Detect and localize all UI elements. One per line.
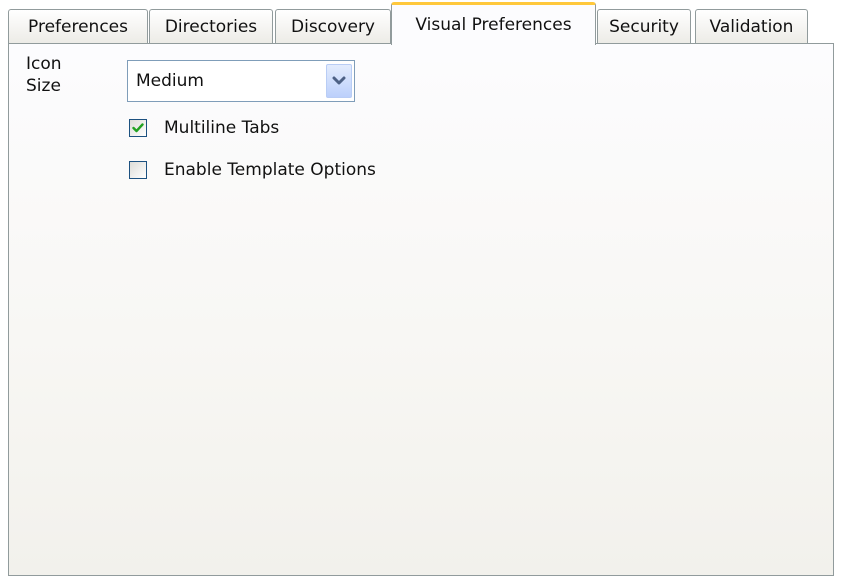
tab-discovery[interactable]: Discovery bbox=[275, 9, 391, 44]
multiline-tabs-option[interactable]: Multiline Tabs bbox=[129, 115, 279, 141]
multiline-tabs-checkbox[interactable] bbox=[129, 119, 147, 137]
icon-size-label: Icon Size bbox=[26, 54, 62, 96]
multiline-tabs-label: Multiline Tabs bbox=[164, 118, 280, 138]
tab-validation[interactable]: Validation bbox=[695, 9, 808, 44]
icon-size-dropdown[interactable]: Medium bbox=[127, 60, 355, 102]
tab-security[interactable]: Security bbox=[597, 9, 691, 44]
checkmark-icon bbox=[132, 123, 144, 133]
preferences-dialog: Preferences Directories Discovery Visual… bbox=[0, 0, 842, 577]
enable-template-options-option[interactable]: Enable Template Options bbox=[129, 157, 376, 183]
chevron-down-icon bbox=[332, 76, 346, 85]
icon-size-value: Medium bbox=[136, 71, 204, 91]
dropdown-button[interactable] bbox=[326, 64, 352, 98]
tab-directories[interactable]: Directories bbox=[149, 9, 273, 44]
tab-strip: Preferences Directories Discovery Visual… bbox=[8, 0, 842, 45]
tab-visual-preferences[interactable]: Visual Preferences bbox=[391, 2, 596, 45]
enable-template-options-label: Enable Template Options bbox=[164, 160, 376, 180]
tab-preferences[interactable]: Preferences bbox=[8, 9, 148, 44]
enable-template-options-checkbox[interactable] bbox=[129, 161, 147, 179]
